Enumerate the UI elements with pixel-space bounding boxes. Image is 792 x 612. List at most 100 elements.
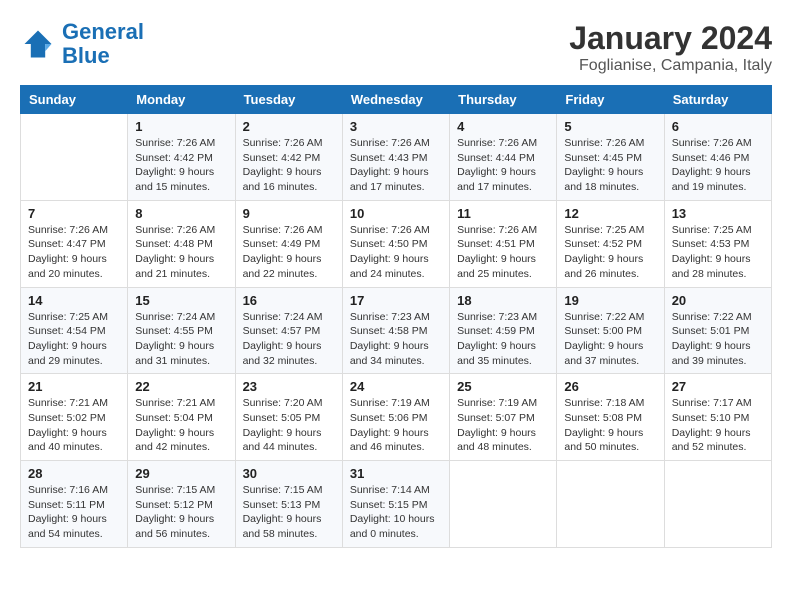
day-number: 3	[350, 119, 442, 134]
day-number: 25	[457, 379, 549, 394]
day-info: Sunrise: 7:26 AMSunset: 4:46 PMDaylight:…	[672, 136, 764, 195]
day-info: Sunrise: 7:18 AMSunset: 5:08 PMDaylight:…	[564, 396, 656, 455]
day-info: Sunrise: 7:25 AMSunset: 4:54 PMDaylight:…	[28, 310, 120, 369]
calendar-cell: 14 Sunrise: 7:25 AMSunset: 4:54 PMDaylig…	[21, 287, 128, 374]
calendar-cell: 29 Sunrise: 7:15 AMSunset: 5:12 PMDaylig…	[128, 461, 235, 548]
page-header: General Blue January 2024 Foglianise, Ca…	[20, 20, 772, 75]
day-number: 22	[135, 379, 227, 394]
calendar-cell: 9 Sunrise: 7:26 AMSunset: 4:49 PMDayligh…	[235, 200, 342, 287]
logo-icon	[20, 26, 56, 62]
day-info: Sunrise: 7:23 AMSunset: 4:58 PMDaylight:…	[350, 310, 442, 369]
day-number: 16	[243, 293, 335, 308]
calendar-cell: 17 Sunrise: 7:23 AMSunset: 4:58 PMDaylig…	[342, 287, 449, 374]
day-number: 30	[243, 466, 335, 481]
day-info: Sunrise: 7:17 AMSunset: 5:10 PMDaylight:…	[672, 396, 764, 455]
day-info: Sunrise: 7:25 AMSunset: 4:52 PMDaylight:…	[564, 223, 656, 282]
calendar-cell: 3 Sunrise: 7:26 AMSunset: 4:43 PMDayligh…	[342, 114, 449, 201]
day-number: 19	[564, 293, 656, 308]
day-number: 21	[28, 379, 120, 394]
day-number: 4	[457, 119, 549, 134]
day-number: 29	[135, 466, 227, 481]
calendar-cell: 12 Sunrise: 7:25 AMSunset: 4:52 PMDaylig…	[557, 200, 664, 287]
day-number: 31	[350, 466, 442, 481]
calendar-cell: 13 Sunrise: 7:25 AMSunset: 4:53 PMDaylig…	[664, 200, 771, 287]
day-info: Sunrise: 7:15 AMSunset: 5:13 PMDaylight:…	[243, 483, 335, 542]
day-info: Sunrise: 7:21 AMSunset: 5:02 PMDaylight:…	[28, 396, 120, 455]
day-info: Sunrise: 7:24 AMSunset: 4:55 PMDaylight:…	[135, 310, 227, 369]
calendar-cell: 26 Sunrise: 7:18 AMSunset: 5:08 PMDaylig…	[557, 374, 664, 461]
calendar-cell	[450, 461, 557, 548]
day-number: 1	[135, 119, 227, 134]
calendar-cell: 18 Sunrise: 7:23 AMSunset: 4:59 PMDaylig…	[450, 287, 557, 374]
title-block: January 2024 Foglianise, Campania, Italy	[569, 20, 772, 75]
calendar-title: January 2024	[569, 20, 772, 57]
day-number: 18	[457, 293, 549, 308]
calendar-cell: 25 Sunrise: 7:19 AMSunset: 5:07 PMDaylig…	[450, 374, 557, 461]
day-number: 28	[28, 466, 120, 481]
calendar-cell: 8 Sunrise: 7:26 AMSunset: 4:48 PMDayligh…	[128, 200, 235, 287]
day-info: Sunrise: 7:26 AMSunset: 4:50 PMDaylight:…	[350, 223, 442, 282]
calendar-cell	[21, 114, 128, 201]
calendar-subtitle: Foglianise, Campania, Italy	[569, 57, 772, 75]
day-number: 5	[564, 119, 656, 134]
day-number: 13	[672, 206, 764, 221]
logo-blue: Blue	[62, 43, 110, 68]
day-info: Sunrise: 7:26 AMSunset: 4:42 PMDaylight:…	[135, 136, 227, 195]
week-row-1: 7 Sunrise: 7:26 AMSunset: 4:47 PMDayligh…	[21, 200, 772, 287]
day-info: Sunrise: 7:26 AMSunset: 4:48 PMDaylight:…	[135, 223, 227, 282]
day-info: Sunrise: 7:14 AMSunset: 5:15 PMDaylight:…	[350, 483, 442, 542]
calendar-cell: 27 Sunrise: 7:17 AMSunset: 5:10 PMDaylig…	[664, 374, 771, 461]
day-number: 6	[672, 119, 764, 134]
calendar-cell: 16 Sunrise: 7:24 AMSunset: 4:57 PMDaylig…	[235, 287, 342, 374]
calendar-cell: 21 Sunrise: 7:21 AMSunset: 5:02 PMDaylig…	[21, 374, 128, 461]
calendar-cell: 28 Sunrise: 7:16 AMSunset: 5:11 PMDaylig…	[21, 461, 128, 548]
header-sunday: Sunday	[21, 86, 128, 114]
week-row-0: 1 Sunrise: 7:26 AMSunset: 4:42 PMDayligh…	[21, 114, 772, 201]
day-info: Sunrise: 7:19 AMSunset: 5:07 PMDaylight:…	[457, 396, 549, 455]
calendar-cell: 20 Sunrise: 7:22 AMSunset: 5:01 PMDaylig…	[664, 287, 771, 374]
week-row-3: 21 Sunrise: 7:21 AMSunset: 5:02 PMDaylig…	[21, 374, 772, 461]
calendar-cell	[557, 461, 664, 548]
calendar-cell: 23 Sunrise: 7:20 AMSunset: 5:05 PMDaylig…	[235, 374, 342, 461]
header-tuesday: Tuesday	[235, 86, 342, 114]
calendar-cell: 6 Sunrise: 7:26 AMSunset: 4:46 PMDayligh…	[664, 114, 771, 201]
header-monday: Monday	[128, 86, 235, 114]
calendar-cell: 11 Sunrise: 7:26 AMSunset: 4:51 PMDaylig…	[450, 200, 557, 287]
calendar-cell: 10 Sunrise: 7:26 AMSunset: 4:50 PMDaylig…	[342, 200, 449, 287]
day-info: Sunrise: 7:26 AMSunset: 4:51 PMDaylight:…	[457, 223, 549, 282]
header-friday: Friday	[557, 86, 664, 114]
day-info: Sunrise: 7:26 AMSunset: 4:47 PMDaylight:…	[28, 223, 120, 282]
day-info: Sunrise: 7:22 AMSunset: 5:00 PMDaylight:…	[564, 310, 656, 369]
day-number: 12	[564, 206, 656, 221]
day-info: Sunrise: 7:26 AMSunset: 4:45 PMDaylight:…	[564, 136, 656, 195]
day-number: 23	[243, 379, 335, 394]
day-number: 15	[135, 293, 227, 308]
day-number: 8	[135, 206, 227, 221]
logo: General Blue	[20, 20, 144, 68]
calendar-cell	[664, 461, 771, 548]
day-number: 26	[564, 379, 656, 394]
day-number: 2	[243, 119, 335, 134]
calendar-header: SundayMondayTuesdayWednesdayThursdayFrid…	[21, 86, 772, 114]
day-info: Sunrise: 7:20 AMSunset: 5:05 PMDaylight:…	[243, 396, 335, 455]
day-info: Sunrise: 7:22 AMSunset: 5:01 PMDaylight:…	[672, 310, 764, 369]
day-info: Sunrise: 7:19 AMSunset: 5:06 PMDaylight:…	[350, 396, 442, 455]
header-row: SundayMondayTuesdayWednesdayThursdayFrid…	[21, 86, 772, 114]
header-thursday: Thursday	[450, 86, 557, 114]
calendar-cell: 1 Sunrise: 7:26 AMSunset: 4:42 PMDayligh…	[128, 114, 235, 201]
day-number: 24	[350, 379, 442, 394]
calendar-table: SundayMondayTuesdayWednesdayThursdayFrid…	[20, 85, 772, 548]
day-info: Sunrise: 7:26 AMSunset: 4:42 PMDaylight:…	[243, 136, 335, 195]
day-number: 17	[350, 293, 442, 308]
day-info: Sunrise: 7:26 AMSunset: 4:43 PMDaylight:…	[350, 136, 442, 195]
logo-text: General Blue	[62, 20, 144, 68]
calendar-cell: 30 Sunrise: 7:15 AMSunset: 5:13 PMDaylig…	[235, 461, 342, 548]
calendar-cell: 2 Sunrise: 7:26 AMSunset: 4:42 PMDayligh…	[235, 114, 342, 201]
day-info: Sunrise: 7:23 AMSunset: 4:59 PMDaylight:…	[457, 310, 549, 369]
day-info: Sunrise: 7:16 AMSunset: 5:11 PMDaylight:…	[28, 483, 120, 542]
logo-general: General	[62, 19, 144, 44]
calendar-cell: 19 Sunrise: 7:22 AMSunset: 5:00 PMDaylig…	[557, 287, 664, 374]
calendar-body: 1 Sunrise: 7:26 AMSunset: 4:42 PMDayligh…	[21, 114, 772, 548]
day-number: 10	[350, 206, 442, 221]
day-number: 27	[672, 379, 764, 394]
